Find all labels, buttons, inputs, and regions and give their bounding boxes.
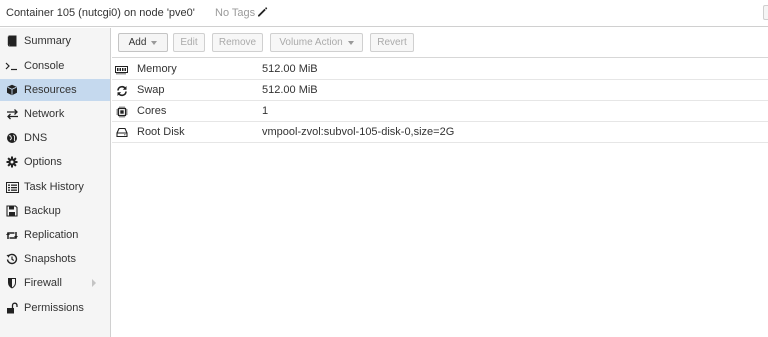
add-button-label: Add bbox=[128, 37, 147, 48]
refresh-icon bbox=[115, 84, 128, 97]
sidebar-item-label: Network bbox=[24, 108, 65, 120]
sidebar: Summary Console Resources Network DNS Op… bbox=[0, 28, 111, 337]
table-row[interactable]: Swap 512.00 MiB bbox=[112, 80, 768, 101]
sidebar-item-permissions[interactable]: Permissions bbox=[0, 297, 110, 319]
cube-icon bbox=[5, 83, 19, 97]
remove-button[interactable]: Remove bbox=[212, 33, 263, 52]
sidebar-item-summary[interactable]: Summary bbox=[0, 30, 110, 52]
resource-value: vmpool-zvol:subvol-105-disk-0,size=2G bbox=[262, 126, 455, 138]
volume-action-label: Volume Action bbox=[279, 37, 343, 48]
memory-icon bbox=[115, 63, 128, 76]
hdd-icon bbox=[115, 126, 128, 139]
resources-toolbar: Add Edit Remove Volume Action Revert bbox=[112, 28, 768, 58]
volume-action-button[interactable]: Volume Action bbox=[270, 33, 363, 52]
sidebar-item-label: Replication bbox=[24, 229, 79, 241]
resource-key: Memory bbox=[137, 63, 177, 75]
revert-button[interactable]: Revert bbox=[370, 33, 414, 52]
resource-value: 512.00 MiB bbox=[262, 63, 318, 75]
sidebar-item-label: Resources bbox=[24, 84, 77, 96]
sidebar-item-backup[interactable]: Backup bbox=[0, 200, 110, 222]
resource-value: 512.00 MiB bbox=[262, 84, 318, 96]
list-icon bbox=[5, 180, 19, 194]
pencil-icon[interactable] bbox=[256, 6, 268, 18]
globe-icon bbox=[5, 131, 19, 145]
sidebar-item-options[interactable]: Options bbox=[0, 151, 110, 173]
chevron-down-icon bbox=[347, 40, 354, 45]
resource-value: 1 bbox=[262, 105, 269, 117]
cpu-icon bbox=[115, 105, 128, 118]
sidebar-item-label: DNS bbox=[24, 132, 48, 144]
sidebar-item-task-history[interactable]: Task History bbox=[0, 176, 110, 198]
table-row[interactable]: Cores 1 bbox=[112, 101, 768, 122]
add-button[interactable]: Add bbox=[118, 33, 168, 52]
history-icon bbox=[5, 252, 19, 266]
tags-label[interactable]: No Tags bbox=[215, 7, 255, 19]
sidebar-item-label: Task History bbox=[24, 181, 84, 193]
sidebar-item-network[interactable]: Network bbox=[0, 103, 110, 125]
sidebar-item-snapshots[interactable]: Snapshots bbox=[0, 248, 110, 270]
floppy-icon bbox=[5, 204, 19, 218]
sidebar-item-firewall[interactable]: Firewall bbox=[0, 272, 110, 294]
sidebar-item-label: Permissions bbox=[24, 302, 84, 314]
table-row[interactable]: Memory 512.00 MiB bbox=[112, 59, 768, 80]
sidebar-item-label: Snapshots bbox=[24, 253, 76, 265]
sidebar-item-resources[interactable]: Resources bbox=[0, 79, 110, 101]
table-row[interactable]: Root Disk vmpool-zvol:subvol-105-disk-0,… bbox=[112, 122, 768, 143]
sidebar-item-console[interactable]: Console bbox=[0, 55, 110, 77]
exchange-icon bbox=[5, 107, 19, 121]
expand-arrow-icon[interactable] bbox=[92, 279, 96, 287]
sidebar-item-dns[interactable]: DNS bbox=[0, 127, 110, 149]
header-edge-button[interactable] bbox=[763, 5, 768, 20]
sidebar-item-label: Backup bbox=[24, 205, 61, 217]
retweet-icon bbox=[5, 228, 19, 242]
remove-button-label: Remove bbox=[218, 37, 257, 48]
sidebar-item-replication[interactable]: Replication bbox=[0, 224, 110, 246]
sidebar-item-label: Firewall bbox=[24, 277, 62, 289]
terminal-icon bbox=[5, 59, 19, 73]
sidebar-item-label: Summary bbox=[24, 35, 72, 47]
resources-grid: Memory 512.00 MiB Swap 512.00 MiB Cores … bbox=[112, 59, 768, 143]
edit-button-label: Edit bbox=[180, 37, 198, 48]
resource-key: Root Disk bbox=[137, 126, 185, 138]
title-bar: Container 105 (nutcgi0) on node 'pve0' N… bbox=[0, 0, 768, 27]
resource-key: Cores bbox=[137, 105, 167, 117]
unlock-icon bbox=[5, 301, 19, 315]
sidebar-item-label: Console bbox=[24, 60, 65, 72]
edit-button[interactable]: Edit bbox=[173, 33, 205, 52]
book-icon bbox=[5, 34, 19, 48]
sidebar-item-label: Options bbox=[24, 156, 62, 168]
resource-key: Swap bbox=[137, 84, 165, 96]
revert-button-label: Revert bbox=[377, 37, 407, 48]
chevron-down-icon bbox=[151, 40, 158, 45]
gear-icon bbox=[5, 155, 19, 169]
shield-icon bbox=[5, 276, 19, 290]
page-title: Container 105 (nutcgi0) on node 'pve0' bbox=[6, 7, 195, 19]
